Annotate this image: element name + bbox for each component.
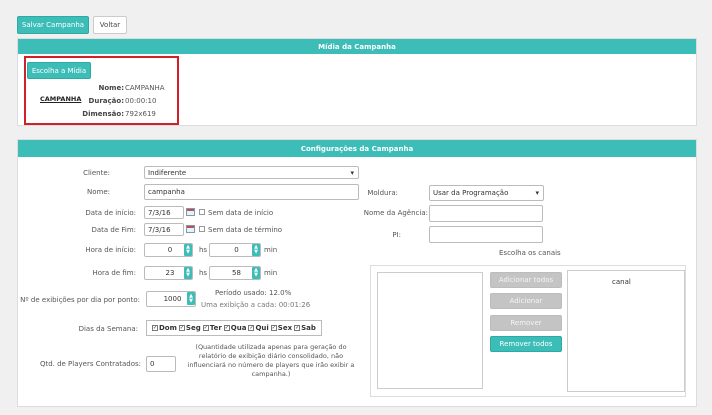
media-name-label: Nome: [98,84,124,92]
end-date-label: Data de Fim: [91,226,136,234]
name-label: Nome: [86,188,110,196]
available-channels-list[interactable] [377,272,483,389]
players-label: Qtd. de Players Contratados: [39,360,141,368]
players-note: (Quantidade utilizada apenas para geraçã… [187,343,355,378]
day-checkbox[interactable]: ✓ Qua [223,324,247,332]
media-name-value: CAMPANHA [125,84,165,92]
media-dimension-label: Dimensão: [82,110,124,118]
frame-label: Moldura: [367,189,398,197]
one-exhibition-text: Uma exibição a cada: 00:01:26 [201,301,311,309]
checkbox-checked-icon: ✓ [223,325,230,331]
checkbox-checked-icon: ✓ [152,325,158,331]
channel-item[interactable]: canal [612,278,631,286]
hs-label: hs [199,269,208,277]
client-select[interactable]: Indiferente [144,166,359,179]
start-minute-spinner[interactable]: ▲ ▼ [252,244,260,256]
min-label: min [264,269,278,277]
no-start-date-checkbox[interactable] [199,209,205,215]
start-date-label: Data de início: [85,209,136,217]
media-dimension-value: 792x619 [125,110,156,118]
day-label: Sex [277,324,293,332]
pi-input[interactable] [429,226,543,243]
day-label: Qui [255,324,269,332]
name-input[interactable]: campanha [144,184,359,200]
day-label: Sab [301,324,316,332]
day-checkbox[interactable]: ✓ Sex [270,324,293,332]
day-label: Ter [209,324,222,332]
days-label: Dias da Semana: [78,325,138,333]
start-hour-spinner[interactable]: ▲ ▼ [184,244,192,256]
start-hour-label: Hora de início: [85,246,136,254]
start-date-input[interactable]: 7/3/16 [144,206,184,219]
no-end-date-label: Sem data de término [208,226,283,234]
save-campaign-button[interactable]: Salvar Campanha [17,16,89,34]
config-panel-header: Configurações da Campanha [18,140,696,157]
channels-title: Escolha os canais [499,249,561,257]
day-label: Dom [159,324,177,332]
agency-label: Nome da Agência: [363,209,428,217]
checkbox-checked-icon: ✓ [294,325,301,331]
day-checkbox[interactable]: ✓ Qui [248,324,269,332]
players-input[interactable]: 0 [146,356,176,372]
exhibitions-label: Nº de exibições por dia por ponto: [20,296,140,304]
day-checkbox[interactable]: ✓ Seg [178,324,201,332]
checkbox-checked-icon: ✓ [270,325,277,331]
exhibitions-spinner[interactable]: ▲ ▼ [187,292,195,305]
period-used-text: Período usado: 12.0% [215,289,292,297]
end-date-input[interactable]: 7/3/16 [144,223,184,236]
end-minute-spinner[interactable]: ▲ ▼ [252,267,260,279]
media-duration-label: Duração: [88,97,124,105]
checkbox-checked-icon: ✓ [202,325,209,331]
add-all-button[interactable]: Adicionar todos [490,272,562,288]
day-checkbox[interactable]: ✓ Ter [202,324,222,332]
media-duration-value: 00:00:10 [125,97,157,105]
day-checkbox[interactable]: ✓ Dom [152,324,177,332]
client-label: Cliente: [83,169,110,177]
selected-channels-list[interactable]: canal [567,270,685,392]
remove-all-button[interactable]: Remover todos [490,336,562,352]
pi-label: PI: [392,231,401,239]
day-label: Seg [185,324,201,332]
checkbox-checked-icon: ✓ [248,325,255,331]
frame-select[interactable]: Usar da Programação [429,185,544,201]
calendar-icon[interactable] [186,225,195,233]
choose-media-button[interactable]: Escolha a Mídia [27,62,91,79]
frame-select-value: Usar da Programação [433,189,509,197]
end-hour-spinner[interactable]: ▲ ▼ [184,267,192,279]
agency-input[interactable] [429,205,543,222]
checkbox-checked-icon: ✓ [178,325,185,331]
end-hour-label: Hora de fim: [92,269,136,277]
hs-label: hs [199,246,208,254]
add-button[interactable]: Adicionar [490,293,562,309]
client-select-value: Indiferente [148,168,187,177]
no-end-date-checkbox[interactable] [199,226,205,232]
media-thumbnail: CAMPANHA [40,95,82,103]
calendar-icon[interactable] [186,208,195,216]
days-selector: ✓ Dom ✓ Seg ✓ Ter ✓ Qua ✓ Qui ✓ Sex ✓ Sab [146,320,322,336]
day-label: Qua [230,324,247,332]
remove-button[interactable]: Remover [490,315,562,331]
min-label: min [264,246,278,254]
no-start-date-label: Sem data de início [208,209,274,217]
media-panel-header: Mídia da Campanha [18,39,696,54]
day-checkbox[interactable]: ✓ Sab [294,324,316,332]
back-button[interactable]: Voltar [93,16,127,34]
